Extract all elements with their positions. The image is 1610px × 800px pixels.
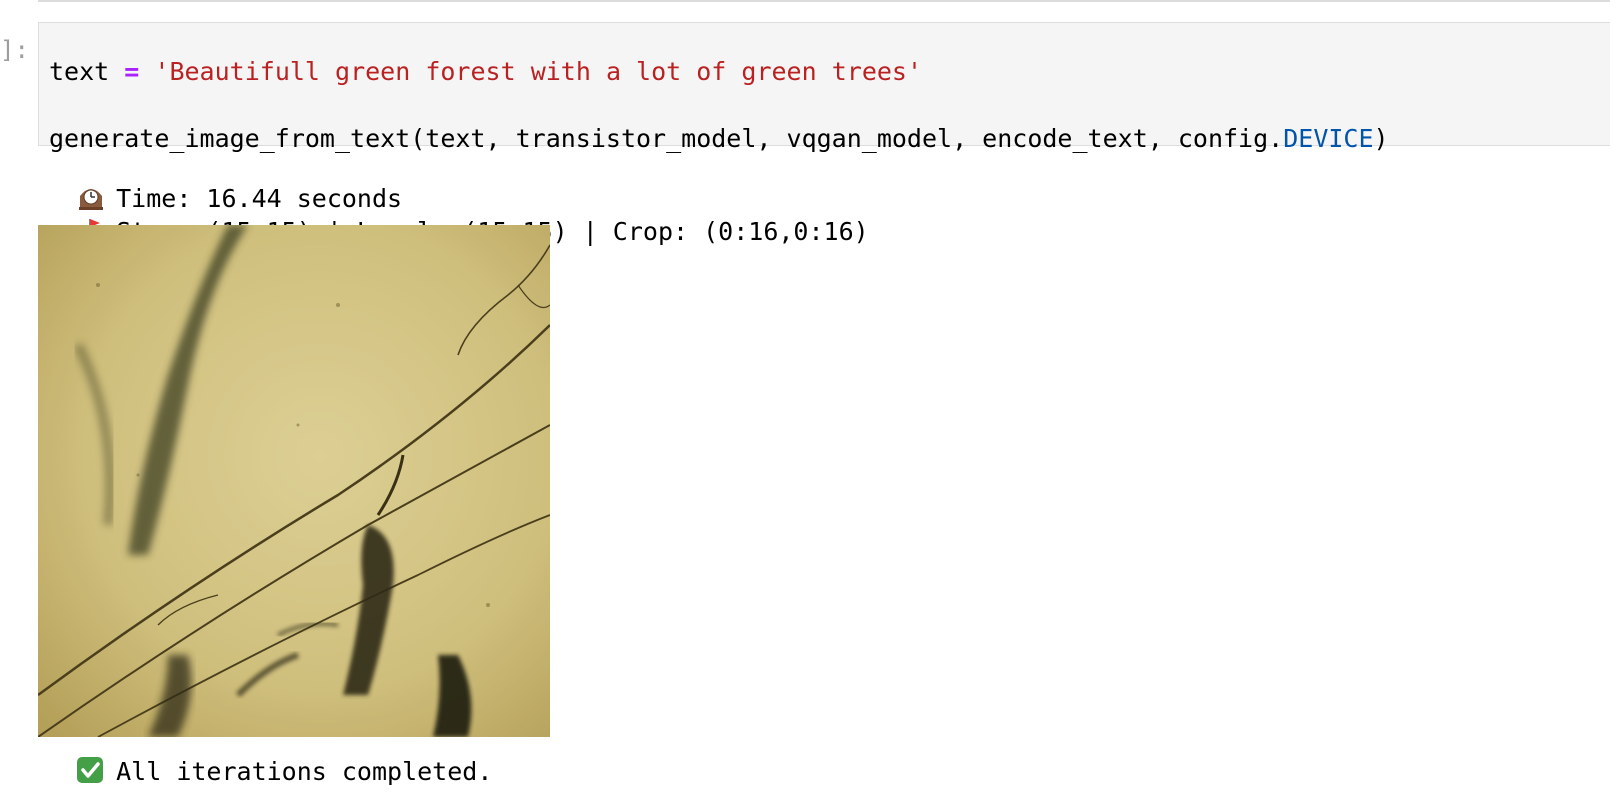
code-cell[interactable]: text = 'Beautifull green forest with a l…: [38, 22, 1610, 153]
code-string: 'Beautifull green forest with a lot of g…: [154, 57, 923, 86]
code-close-paren: ): [1373, 124, 1389, 153]
generated-image: [38, 225, 550, 737]
code-variable: text: [49, 57, 110, 86]
code-line-1[interactable]: text = 'Beautifull green forest with a l…: [49, 57, 922, 86]
check-mark-button-icon: [77, 757, 104, 783]
cell-prompt: ]:: [0, 36, 29, 64]
code-call: generate_image_from_text(text, transisto…: [49, 124, 1284, 153]
top-divider: [38, 0, 1610, 2]
output-done-line: All iterations completed.: [46, 728, 492, 786]
code-attribute: DEVICE: [1283, 124, 1374, 153]
done-text: All iterations completed.: [116, 757, 493, 786]
code-line-2[interactable]: generate_image_from_text(text, transisto…: [49, 124, 1389, 153]
code-operator: =: [124, 57, 140, 86]
